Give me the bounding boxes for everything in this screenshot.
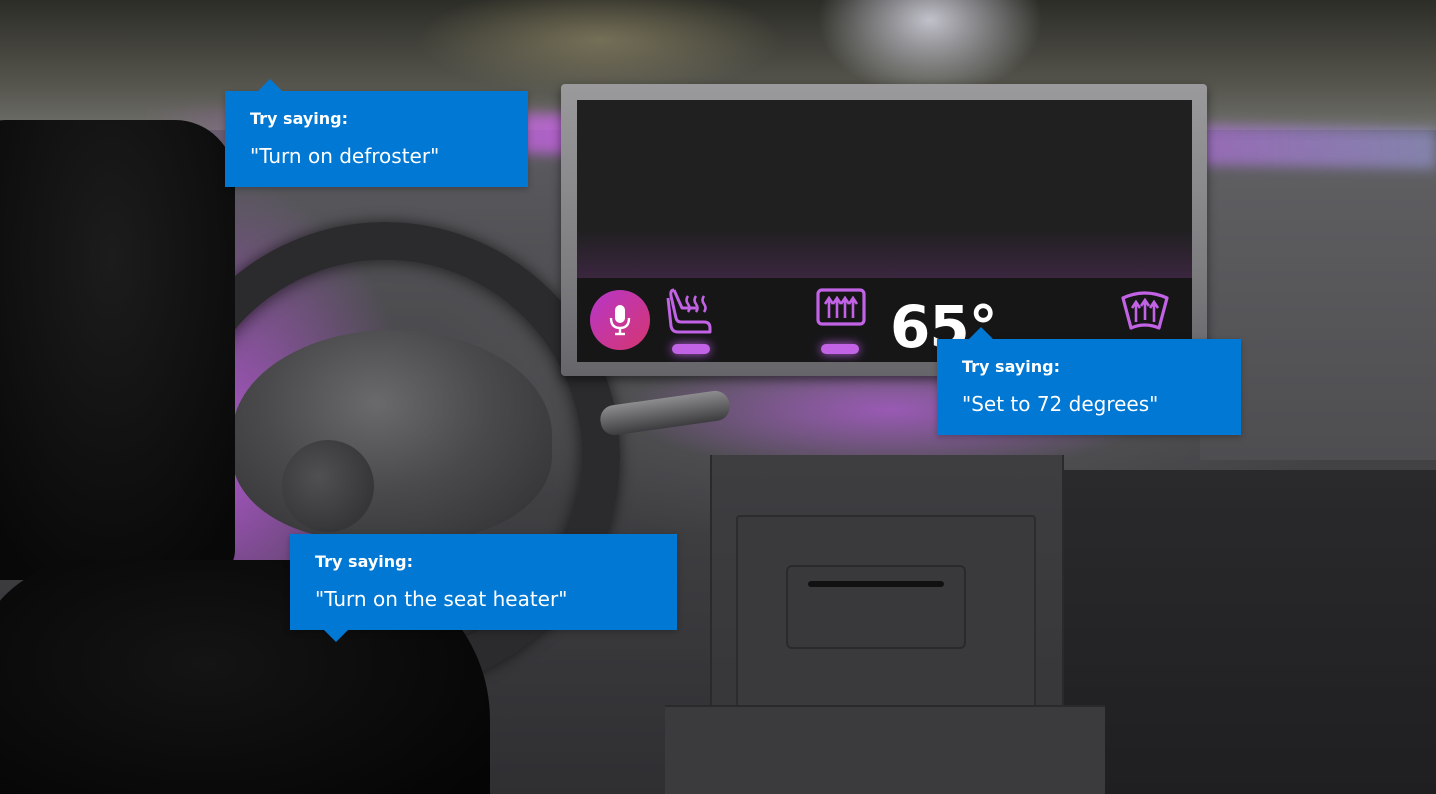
callout-seat-heater: Try saying: "Turn on the seat heater" xyxy=(290,534,677,642)
console-lower xyxy=(665,705,1105,794)
steering-wheel-center xyxy=(282,440,374,532)
infotainment-display: 65° xyxy=(577,100,1192,362)
callout-pointer xyxy=(258,79,282,91)
callout-header: Try saying: xyxy=(962,357,1061,376)
callout-temperature: Try saying: "Set to 72 degrees" xyxy=(937,327,1241,435)
callout-header: Try saying: xyxy=(250,109,349,128)
rear-defroster-indicator xyxy=(821,344,859,354)
callout-defroster: Try saying: "Turn on defroster" xyxy=(225,79,528,187)
seat-heater-button[interactable] xyxy=(662,286,722,356)
rear-defroster-icon xyxy=(816,288,866,326)
callout-phrase: "Turn on the seat heater" xyxy=(315,587,568,611)
callout-pointer xyxy=(969,327,993,339)
callout-header: Try saying: xyxy=(315,552,414,571)
callout-phrase: "Set to 72 degrees" xyxy=(962,392,1159,416)
display-glow xyxy=(577,230,1192,280)
callout-pointer xyxy=(324,630,348,642)
callout-phrase: "Turn on defroster" xyxy=(250,144,440,168)
rear-defroster-button[interactable] xyxy=(811,286,871,356)
front-defroster-icon xyxy=(1121,291,1169,330)
seat-heater-indicator xyxy=(672,344,710,354)
seat-heater-icon xyxy=(666,288,712,334)
microphone-icon xyxy=(609,305,631,336)
driver-seat-headrest xyxy=(0,120,235,580)
microphone-button[interactable] xyxy=(590,290,650,350)
cd-slot xyxy=(786,565,966,649)
